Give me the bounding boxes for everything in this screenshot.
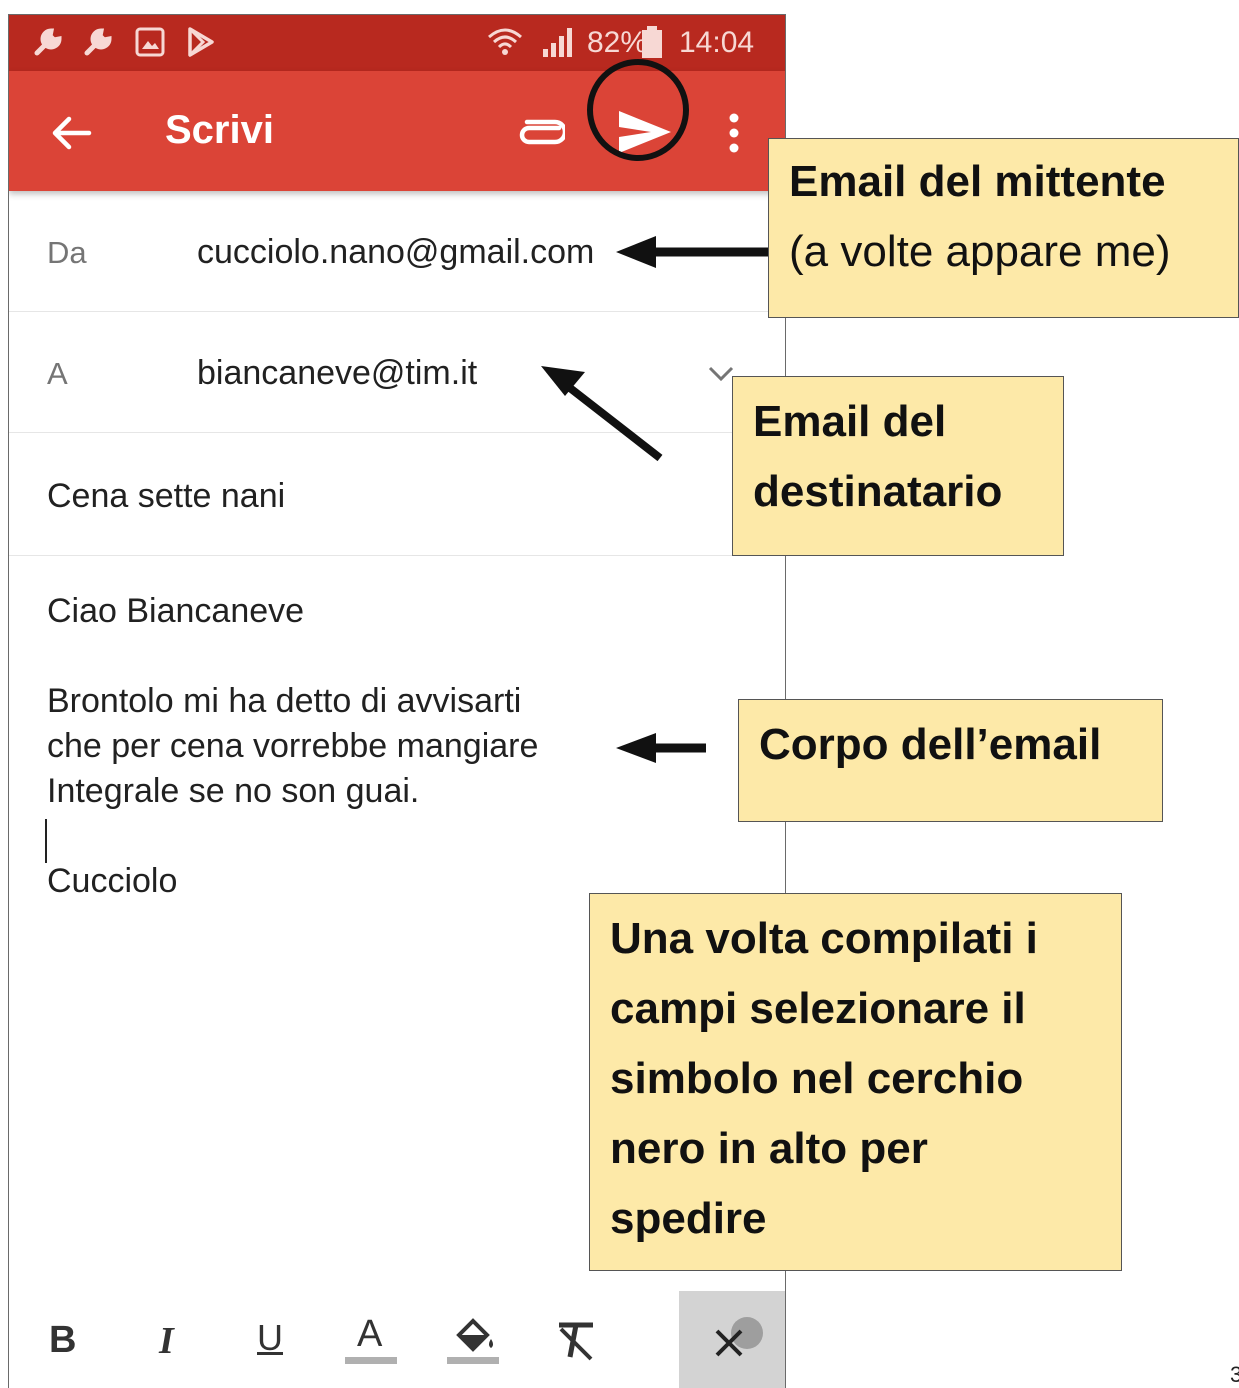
send-button-highlight-circle [587, 59, 689, 161]
clock: 14:04 [679, 26, 755, 59]
close-toolbar-button[interactable] [679, 1291, 785, 1388]
page-number: 3 [1230, 1362, 1239, 1387]
italic-button[interactable]: I [143, 1313, 199, 1369]
callout-send: Una volta compilati i campi selezionare … [589, 893, 1122, 1271]
callout-sender-line1: Email del mittente [789, 157, 1166, 206]
signal-icon [543, 28, 572, 57]
callout-send-line4: nero in alto per [610, 1124, 928, 1173]
subject-field[interactable]: Cena sette nani [47, 477, 285, 516]
chevron-down-icon[interactable] [707, 364, 735, 384]
to-field[interactable]: biancaneve@tim.it [197, 354, 477, 393]
play-store-icon [188, 27, 214, 57]
paperclip-icon[interactable] [515, 117, 565, 147]
underline-icon: U [257, 1317, 283, 1358]
bold-icon: B [49, 1319, 77, 1361]
image-icon [135, 27, 165, 57]
body-line: Integrale se no son guai. [47, 772, 420, 810]
callout-sender: Email del mittente (a volte appare me) [768, 138, 1239, 318]
bold-button[interactable]: B [39, 1313, 95, 1369]
page-title: Scrivi [165, 108, 274, 152]
body-signature: Cucciolo [47, 862, 178, 900]
text-color-button[interactable]: A [345, 1313, 401, 1369]
callout-send-line5: spedire [610, 1194, 767, 1243]
text-cursor [45, 819, 47, 863]
callout-send-line3: simbolo nel cerchio [610, 1054, 1024, 1103]
callout-recipient-line1: Email del [753, 397, 947, 446]
status-bar: 82% 14:04 [9, 15, 785, 71]
callout-send-line2: campi selezionare il [610, 984, 1026, 1033]
underline-button[interactable]: U [247, 1313, 303, 1369]
from-label: Da [47, 235, 87, 270]
callout-body-text: Corpo dell’email [759, 720, 1102, 769]
back-arrow-icon[interactable] [49, 111, 93, 155]
callout-sender-line2: (a volte appare me) [789, 227, 1171, 276]
callout-recipient-line2: destinatario [753, 467, 1003, 516]
text-color-icon: A [357, 1313, 383, 1355]
callout-recipient: Email del destinatario [732, 376, 1064, 556]
wrench-icon [84, 28, 112, 56]
wifi-icon [488, 28, 522, 55]
italic-icon: I [159, 1320, 174, 1362]
close-icon [715, 1317, 763, 1357]
subject-row[interactable]: Cena sette nani [9, 433, 785, 556]
text-color-bar [345, 1357, 397, 1364]
body-line: che per cena vorrebbe mangiare [47, 727, 539, 765]
paint-bucket-icon [456, 1318, 493, 1352]
from-row[interactable]: Da cucciolo.nano@gmail.com [9, 191, 785, 312]
wrench-icon [34, 28, 62, 56]
body-line: Brontolo mi ha detto di avvisarti [47, 682, 522, 720]
to-row[interactable]: A biancaneve@tim.it [9, 312, 785, 433]
to-label: A [47, 356, 68, 391]
callout-body: Corpo dell’email [738, 699, 1163, 822]
battery-icon [642, 26, 662, 58]
body-greeting: Ciao Biancaneve [47, 592, 305, 630]
from-field[interactable]: cucciolo.nano@gmail.com [197, 233, 594, 272]
clear-format-icon [559, 1322, 593, 1361]
more-vert-icon[interactable] [721, 111, 747, 155]
fill-color-button[interactable] [445, 1313, 501, 1369]
fill-color-bar [447, 1357, 499, 1364]
clear-format-button[interactable] [549, 1313, 605, 1369]
callout-send-line1: Una volta compilati i [610, 914, 1038, 963]
format-toolbar: B I U A [9, 1291, 785, 1388]
